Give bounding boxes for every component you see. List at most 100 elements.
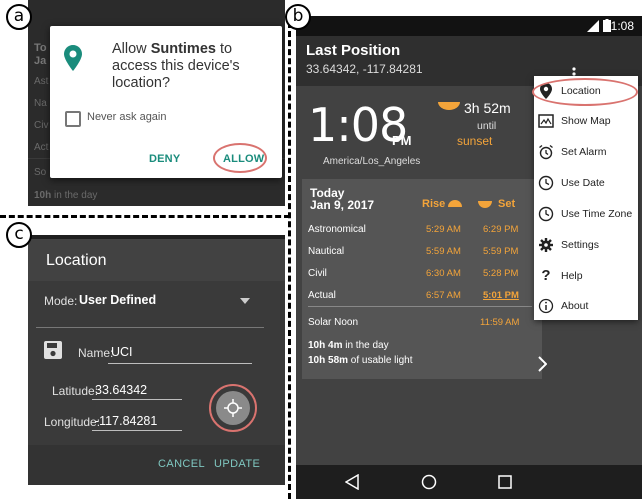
until-duration: 3h 52m (464, 100, 511, 116)
menu-label: Help (561, 270, 583, 282)
rise-header: Rise (422, 198, 446, 210)
signal-icon (587, 20, 599, 32)
question-mark-icon: ? (541, 267, 551, 284)
name-underline (108, 363, 252, 364)
row-rise: 6:30 AM (426, 268, 461, 279)
longitude-label: Longitude: (44, 415, 101, 429)
panel-label-b: b (285, 4, 311, 30)
timezone-label: America/Los_Angeles (323, 156, 421, 167)
update-button[interactable]: UPDATE (214, 458, 260, 470)
menu-item-use-date[interactable]: Use Date (534, 168, 638, 198)
longitude-underline (92, 430, 182, 431)
until-event: sunset (457, 134, 493, 148)
bg-footer: 10h in the day (34, 190, 98, 201)
menu-label: Use Date (561, 177, 605, 189)
navigation-bar (296, 465, 642, 499)
home-icon[interactable] (421, 474, 437, 490)
solar-noon-value: 11:59 AM (480, 317, 520, 328)
location-dialog-title: Location (46, 252, 107, 269)
save-icon[interactable] (44, 341, 62, 359)
menu-item-use-time-zone[interactable]: Use Time Zone (534, 199, 638, 229)
location-highlight-oval (532, 78, 638, 106)
permission-text: Allow Suntimes to access this device's l… (112, 41, 240, 91)
permission-screen: To Ja Ast Na Civ Act So 10h in the day A… (28, 0, 285, 206)
sunrise-icon (448, 200, 462, 207)
menu-label: About (561, 300, 589, 312)
menu-label: Settings (561, 239, 599, 251)
menu-label: Use Time Zone (561, 208, 633, 220)
deny-button[interactable]: DENY (149, 153, 180, 165)
allow-highlight-oval (213, 143, 267, 173)
bg-title2: Ja (34, 55, 47, 67)
panel-label-a: a (6, 4, 32, 30)
menu-item-show-map[interactable]: Show Map (534, 106, 638, 136)
menu-item-about[interactable]: About (534, 291, 638, 321)
light-length: 10h 58m of usable light (308, 355, 413, 366)
location-pin-icon (64, 45, 82, 71)
status-bar: 1:08 (296, 16, 642, 36)
until-label: until (477, 120, 497, 132)
card-divider (308, 306, 532, 307)
app-title: Last Position (306, 42, 401, 59)
suntimes-app-screen: 1:08 Last Position 33.64342, -117.84281 … (296, 16, 642, 499)
latitude-input[interactable]: 33.64342 (95, 383, 147, 397)
panel-divider-vertical (288, 22, 291, 499)
crosshair-highlight-oval (209, 384, 257, 432)
sun-times-card[interactable]: Today Jan 9, 2017 Rise Set Astronomical 5… (302, 179, 542, 379)
back-icon[interactable] (345, 474, 359, 490)
row-set-highlighted: 5:01 PM (483, 290, 519, 301)
status-time: 1:08 (610, 19, 634, 33)
chevron-right-icon[interactable] (538, 356, 547, 372)
dropdown-arrow-icon[interactable] (240, 298, 250, 304)
overflow-menu: Location Show Map Set Alarm Use Date Use… (532, 76, 638, 321)
bg-row: Ast (34, 76, 49, 87)
info-icon (538, 298, 554, 314)
row-rise: 5:29 AM (426, 224, 461, 235)
gear-icon (539, 238, 553, 252)
row-label: Civil (308, 268, 327, 279)
mode-divider (36, 327, 264, 328)
clock-icon (538, 206, 554, 222)
recents-icon[interactable] (498, 475, 512, 489)
location-dialog-header: Location (28, 239, 285, 281)
mode-select[interactable]: User Defined (79, 293, 156, 307)
row-set: 6:29 PM (483, 224, 519, 235)
location-dialog: Location Mode: User Defined Name: UCI La… (28, 235, 285, 485)
clock-ampm: PM (392, 133, 412, 148)
name-label: Name: (78, 346, 114, 360)
row-set: 5:59 PM (483, 246, 519, 257)
row-label: Actual (308, 290, 336, 301)
clock-icon (538, 175, 554, 191)
bg-row: So (34, 167, 47, 178)
menu-item-help[interactable]: ? Help (534, 261, 638, 291)
app-subtitle: 33.64342, -117.84281 (306, 62, 423, 76)
row-rise: 6:57 AM (426, 290, 461, 301)
sunset-icon (438, 102, 460, 110)
bg-row: Act (34, 142, 49, 153)
solar-noon-label: Solar Noon (308, 317, 359, 328)
never-ask-label: Never ask again (87, 111, 167, 123)
card-date: Today Jan 9, 2017 (310, 186, 375, 212)
permission-dialog: Allow Suntimes to access this device's l… (50, 26, 282, 178)
longitude-input[interactable]: -117.84281 (95, 414, 157, 428)
menu-item-set-alarm[interactable]: Set Alarm (534, 137, 638, 167)
bg-row: Na (34, 98, 47, 109)
menu-label: Set Alarm (561, 146, 607, 158)
panel-label-c: c (6, 222, 32, 248)
menu-item-settings[interactable]: Settings (534, 230, 638, 260)
bg-title: To (34, 42, 47, 54)
menu-label: Show Map (561, 115, 611, 127)
row-label: Nautical (308, 246, 345, 257)
mode-label: Mode: (44, 294, 78, 308)
row-label: Astronomical (308, 224, 366, 235)
bg-row: Civ (34, 120, 49, 131)
set-header: Set (498, 198, 516, 210)
day-length: 10h 4m in the day (308, 340, 389, 351)
latitude-underline (92, 399, 182, 400)
row-rise: 5:59 AM (426, 246, 461, 257)
never-ask-checkbox[interactable] (65, 111, 81, 127)
sunset-small-icon (478, 201, 492, 208)
name-input[interactable]: UCI (111, 345, 133, 359)
cancel-button[interactable]: CANCEL (158, 458, 205, 470)
map-icon (538, 114, 554, 128)
